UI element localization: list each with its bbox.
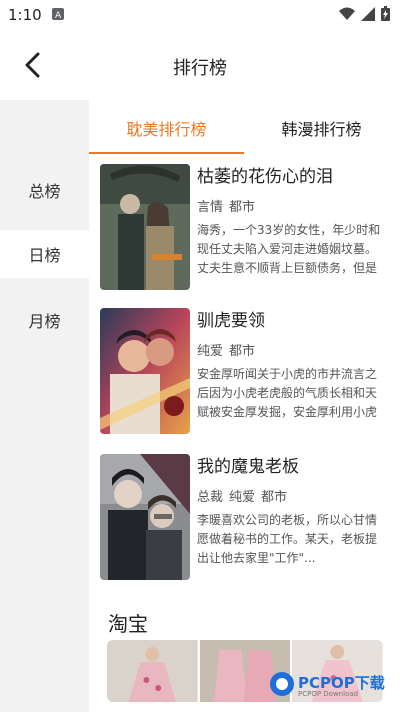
top-bar: 排行榜 [0, 30, 400, 100]
category-tabs: 耽美排行榜 韩漫排行榜 [89, 100, 400, 154]
book-tag: 总裁 [197, 490, 224, 505]
sidebar-item-overall[interactable]: 总榜 [0, 158, 89, 222]
status-icons [339, 6, 390, 21]
book-description: 李暖喜欢公司的老板，所以心甘情愿做着秘书的工作。某天，老板提出让他去家里"工作"… [197, 513, 378, 565]
book-description: 海秀，一个33岁的女性，年少时和现任丈夫陷入爱河走进婚姻坟墓。丈夫生意不顺背上巨… [197, 223, 381, 275]
book-cover[interactable] [100, 164, 190, 290]
book-description: 安金厚听闻关于小虎的市井流言之后因为小虎老虎般的气质长相和天赋被安金厚发掘，安金… [197, 367, 378, 419]
status-bar: 1:10 A [0, 0, 400, 30]
tab-indicator [89, 152, 244, 154]
book-title: 枯萎的花伤心的泪 [197, 167, 333, 187]
book-tag: 都市 [261, 490, 288, 505]
book-tag: 都市 [229, 200, 256, 215]
book-cover[interactable] [100, 454, 190, 580]
book-tag: 言情 [197, 200, 224, 215]
tab-danmei-ranking[interactable]: 耽美排行榜 [89, 116, 244, 140]
taobao-section-title: 淘宝 [108, 612, 148, 636]
watermark-subtext: PCPOP Download [298, 690, 359, 698]
tab-korean-comics-ranking[interactable]: 韩漫排行榜 [244, 116, 399, 140]
book-card[interactable]: 驯虎要领 纯爱 都市 安金厚听闻关于小虎的市井流言之后因为小虎老虎般的气质长相和… [100, 308, 392, 434]
main-content: 耽美排行榜 韩漫排行榜 枯萎的花伤心的泪 言情 都市 海秀，一个33岁的女性，年… [89, 100, 400, 712]
book-tags: 言情 都市 [197, 196, 387, 215]
sidebar-item-daily[interactable]: 日榜 [0, 222, 89, 286]
book-tag: 纯爱 [229, 490, 256, 505]
book-tags: 纯爱 都市 [197, 340, 387, 359]
book-tag: 都市 [229, 344, 256, 359]
book-title: 驯虎要领 [197, 311, 265, 331]
svg-text:A: A [55, 11, 62, 20]
book-title: 我的魔鬼老板 [197, 457, 299, 477]
rank-sidebar: 总榜 日榜 月榜 [0, 100, 89, 712]
pcpop-logo-icon [270, 672, 294, 696]
sidebar-item-monthly[interactable]: 月榜 [0, 288, 89, 352]
book-tags: 总裁 纯爱 都市 [197, 486, 387, 505]
book-tag: 纯爱 [197, 344, 224, 359]
page-title: 排行榜 [173, 58, 227, 79]
status-time: 1:10 [8, 6, 42, 24]
wifi-icon [339, 7, 355, 20]
signal-icon [361, 6, 375, 21]
book-card[interactable]: 我的魔鬼老板 总裁 纯爱 都市 李暖喜欢公司的老板，所以心甘情愿做着秘书的工作。… [100, 454, 392, 580]
notification-icon: A [52, 8, 64, 20]
book-cover[interactable] [100, 308, 190, 434]
battery-icon [381, 6, 390, 21]
product-thumbnail[interactable] [107, 640, 198, 702]
watermark-logo: PCPOP下载 PCPOP Download [268, 664, 398, 704]
book-card[interactable]: 枯萎的花伤心的泪 言情 都市 海秀，一个33岁的女性，年少时和现任丈夫陷入爱河走… [100, 164, 392, 290]
